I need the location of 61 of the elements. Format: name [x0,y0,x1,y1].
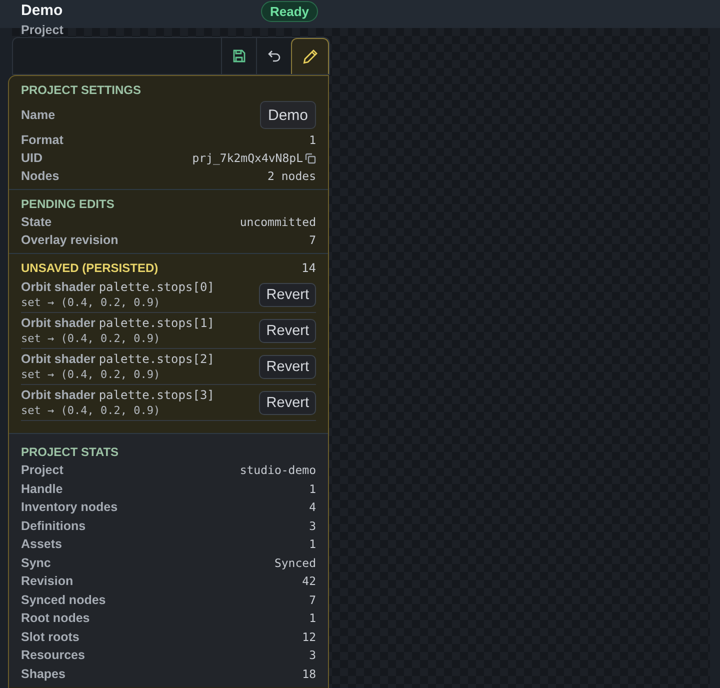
field-label: Inventory nodes [21,500,118,514]
undo-icon [268,50,280,62]
field-label: UID [21,151,43,165]
field-label: Definitions [21,518,86,533]
field-value: 4 [309,500,316,514]
field-label: Root nodes [21,611,90,626]
field-value: 12 [302,630,316,644]
field-value: 2 nodes [268,169,316,183]
field-value: 7 [309,592,316,607]
copy-icon[interactable] [305,152,316,164]
field-value: 42 [302,574,316,588]
status-badge: Ready [261,1,318,22]
change-count: 14 [302,260,316,277]
field-value: uncommitted [240,215,316,229]
field-label: State [21,215,52,229]
field-value: 1 [309,611,316,626]
field-label: Project [21,463,64,478]
field-value: 1 [309,537,316,552]
change-target: Orbit shader palette.stops[0] [21,280,214,294]
field-label: Shapes [21,666,66,681]
name-field[interactable]: Demo [260,101,316,129]
field-label: Resources [21,648,85,662]
field-label: Revision [21,574,74,588]
change-target: Orbit shader palette.stops[3] [21,388,214,402]
field-label: Name [21,108,56,122]
change-detail: set → (0.4, 0.2, 0.9) [21,368,162,381]
revert-button[interactable]: Revert [259,318,316,342]
change-target: Orbit shader palette.stops[1] [21,316,214,330]
change-detail: set → (0.4, 0.2, 0.9) [21,404,162,417]
project-subtitle: Project [21,22,64,38]
change-detail: set → (0.4, 0.2, 0.9) [21,296,162,309]
field-label: Handle [21,482,63,496]
field-label: Synced nodes [21,592,106,607]
save-icon [232,49,246,63]
field-label: Nodes [21,169,60,183]
section-heading: PENDING EDITS [21,196,114,213]
field-value: studio-demo [240,463,316,478]
field-label: Sync [21,556,51,570]
pencil-icon [302,49,318,64]
field-value: 1 [309,133,316,147]
project-title: Demo [21,1,64,21]
field-label: Overlay revision [21,233,118,247]
field-value: prj_7k2mQx4vN8pL [192,151,303,165]
change-target: Orbit shader palette.stops[2] [21,352,214,366]
revert-button[interactable]: Revert [259,282,316,306]
revert-button[interactable]: Revert [259,390,316,414]
section-heading: PROJECT SETTINGS [21,82,142,99]
field-value: 3 [309,648,316,662]
field-label: Slot roots [21,630,80,644]
field-label: Format [21,133,64,147]
field-value: Synced [274,556,316,570]
change-detail: set → (0.4, 0.2, 0.9) [21,332,162,345]
field-value: 7 [309,233,316,247]
section-heading: PROJECT STATS [21,444,119,461]
edit-button[interactable] [291,38,329,74]
field-label: Assets [21,537,62,552]
field-value: 3 [309,518,316,533]
section-heading: UNSAVED (PERSISTED) [21,260,158,277]
field-value: 1 [309,482,316,496]
revert-button[interactable]: Revert [259,354,316,378]
field-value: 18 [302,666,316,681]
